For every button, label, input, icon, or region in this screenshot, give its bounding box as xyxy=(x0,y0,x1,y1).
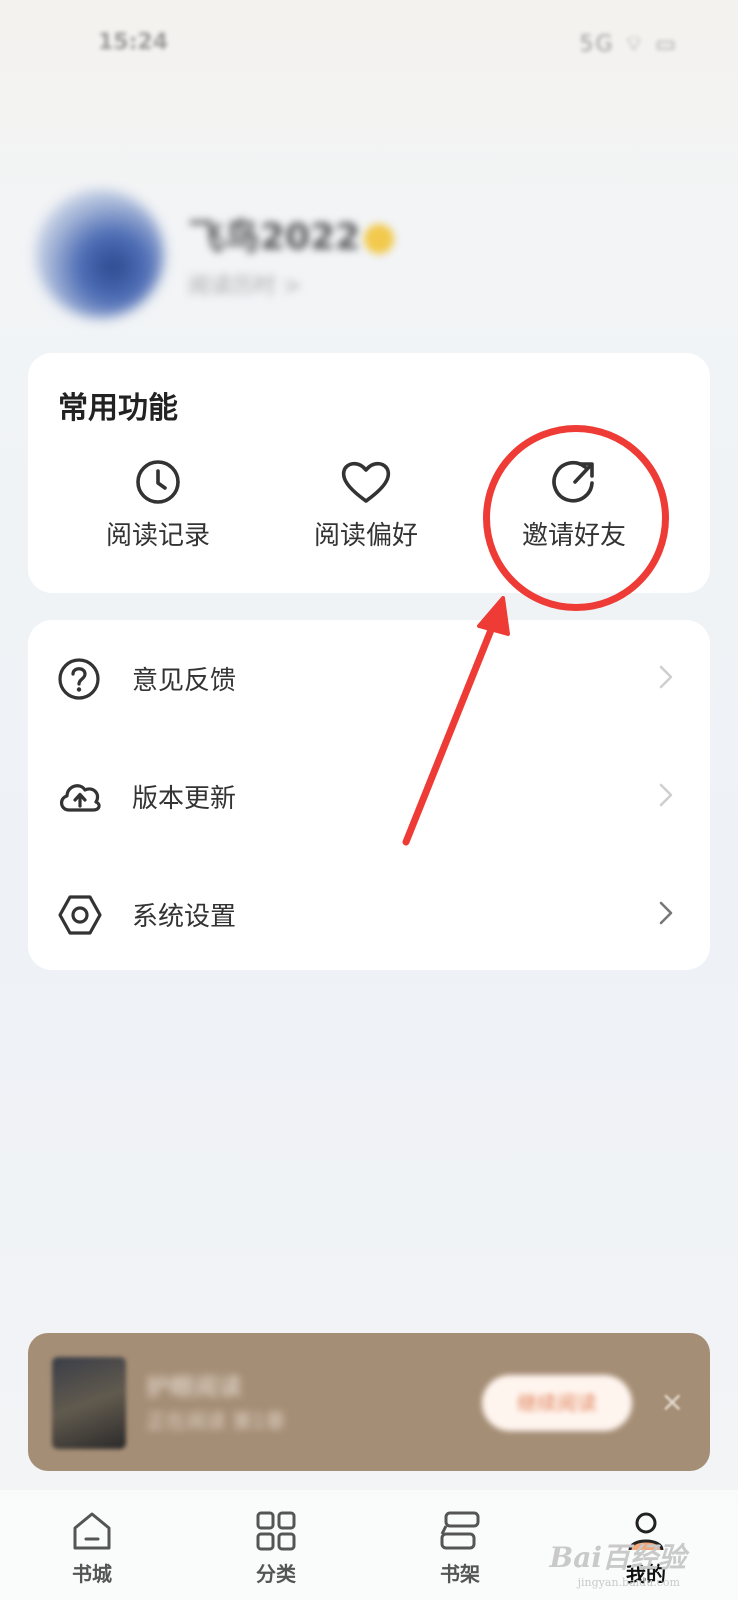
grid-icon xyxy=(256,1511,296,1551)
tab-bookstore[interactable]: 书城 xyxy=(42,1510,142,1587)
tab-label: 书架 xyxy=(440,1562,480,1586)
watermark-text: Bai百经验 xyxy=(549,1541,686,1574)
mini-player-title: 护眼阅读 xyxy=(146,1373,242,1401)
bookshelf-icon xyxy=(440,1511,480,1550)
watermark-url: jingyan.baidu.com xyxy=(577,1576,680,1589)
home-icon xyxy=(73,1512,111,1550)
tab-label: 分类 xyxy=(256,1562,296,1586)
close-icon[interactable]: × xyxy=(661,1385,684,1418)
tab-label: 书城 xyxy=(72,1562,112,1586)
mini-player[interactable]: 护眼阅读 正在阅读 第1章 继续阅读 × xyxy=(28,1333,710,1471)
watermark-logo: Bai百经验 jingyan.baidu.com xyxy=(550,1536,686,1589)
continue-reading-button[interactable]: 继续阅读 xyxy=(482,1375,632,1431)
mini-player-subtitle: 正在阅读 第1章 xyxy=(146,1409,286,1433)
tab-category[interactable]: 分类 xyxy=(226,1510,326,1587)
book-cover[interactable] xyxy=(52,1357,126,1449)
tab-bookshelf[interactable]: 书架 xyxy=(410,1510,510,1587)
